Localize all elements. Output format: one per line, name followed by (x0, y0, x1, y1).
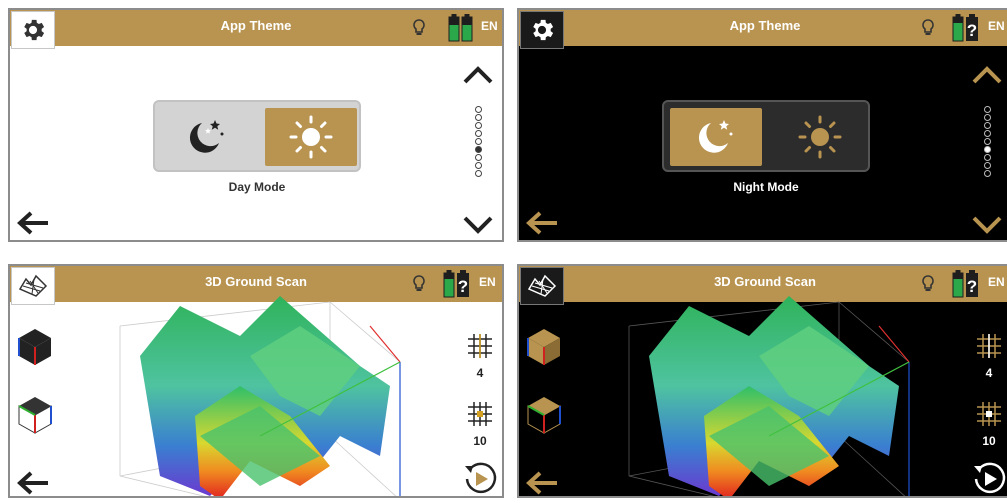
page-indicator (473, 106, 483, 178)
battery-icon: ? (443, 270, 469, 298)
app-theme-day-panel: App Theme EN Day Mode (8, 8, 504, 242)
page-dot (474, 154, 482, 161)
page-dot (983, 170, 991, 177)
replay-icon[interactable] (461, 460, 499, 498)
top-bar: App Theme EN (10, 10, 502, 49)
cube-icon[interactable] (525, 326, 563, 368)
grid-small-value: 4 (985, 366, 993, 380)
ground-scan-dark-panel: 3D Ground Scan ? EN 4 10 (517, 264, 1007, 498)
page-dot (983, 106, 991, 113)
page-indicator (982, 106, 992, 178)
grid-icon[interactable] (466, 400, 494, 428)
grid-large-value: 10 (473, 434, 487, 448)
3d-scan-plot[interactable] (100, 286, 410, 498)
gear-icon (533, 19, 554, 41)
grid-icon[interactable] (975, 332, 1003, 360)
theme-toggle (153, 100, 361, 172)
back-arrow-icon[interactable] (16, 210, 50, 236)
battery-icon (448, 14, 473, 42)
mode-label: Night Mode (733, 180, 799, 194)
chevron-down-icon[interactable] (970, 214, 1004, 236)
mode-label: Day Mode (228, 180, 286, 194)
lightbulb-icon[interactable] (921, 274, 935, 294)
battery-icon: ? (952, 270, 978, 298)
grid-icon[interactable] (975, 400, 1003, 428)
cube-icon[interactable] (16, 394, 54, 436)
page-dot (474, 130, 482, 137)
back-arrow-icon[interactable] (16, 470, 50, 496)
back-arrow-icon[interactable] (525, 470, 559, 496)
top-bar: App Theme ? EN (519, 10, 1007, 49)
page-title: App Theme (220, 18, 292, 33)
language-label[interactable]: EN (988, 266, 1005, 302)
scan-view-button[interactable] (11, 267, 55, 305)
scan-view-button[interactable] (520, 267, 564, 305)
moon-stars-icon (189, 120, 224, 153)
3d-scan-plot[interactable] (609, 286, 919, 498)
grid-icon[interactable] (466, 332, 494, 360)
page-dot (983, 138, 991, 145)
page-dot (474, 106, 482, 113)
settings-button[interactable] (11, 11, 55, 49)
night-mode-option[interactable] (670, 108, 762, 166)
app-theme-night-panel: App Theme ? EN Night Mode (517, 8, 1007, 242)
page-dot (474, 122, 482, 129)
battery-icon: ? (952, 14, 978, 42)
chevron-up-icon[interactable] (461, 64, 495, 86)
day-mode-option[interactable] (265, 108, 357, 166)
page-dot (983, 130, 991, 137)
page-dot (983, 114, 991, 121)
page-dot (983, 162, 991, 169)
gear-icon (24, 19, 45, 41)
grid-large-value: 10 (982, 434, 996, 448)
svg-text:?: ? (458, 277, 468, 296)
lightbulb-icon[interactable] (412, 274, 426, 294)
page-dot-active (983, 146, 991, 153)
page-dot (474, 170, 482, 177)
theme-toggle (662, 100, 870, 172)
svg-text:?: ? (967, 21, 977, 40)
page-dot (474, 138, 482, 145)
chevron-up-icon[interactable] (970, 64, 1004, 86)
lightbulb-icon[interactable] (412, 18, 426, 38)
replay-icon[interactable] (970, 460, 1007, 498)
svg-text:?: ? (967, 277, 977, 296)
terrain-icon (18, 274, 48, 297)
lightbulb-icon[interactable] (921, 18, 935, 38)
ground-scan-light-panel: 3D Ground Scan ? EN 4 10 (8, 264, 504, 498)
page-dot (983, 154, 991, 161)
page-dot (474, 114, 482, 121)
back-arrow-icon[interactable] (525, 210, 559, 236)
page-dot (474, 162, 482, 169)
page-dot (983, 122, 991, 129)
cube-icon[interactable] (525, 394, 563, 436)
page-dot-active (474, 146, 482, 153)
language-label[interactable]: EN (479, 266, 496, 302)
sun-icon (289, 115, 333, 159)
settings-button[interactable] (520, 11, 564, 49)
grid-small-value: 4 (476, 366, 484, 380)
language-label[interactable]: EN (988, 10, 1005, 46)
moon-stars-icon (698, 120, 733, 153)
chevron-down-icon[interactable] (461, 214, 495, 236)
terrain-icon (527, 274, 557, 297)
sun-icon (798, 115, 842, 159)
day-mode-option[interactable] (774, 108, 866, 166)
language-label[interactable]: EN (481, 10, 498, 46)
cube-icon[interactable] (16, 326, 54, 368)
night-mode-option[interactable] (161, 108, 253, 166)
